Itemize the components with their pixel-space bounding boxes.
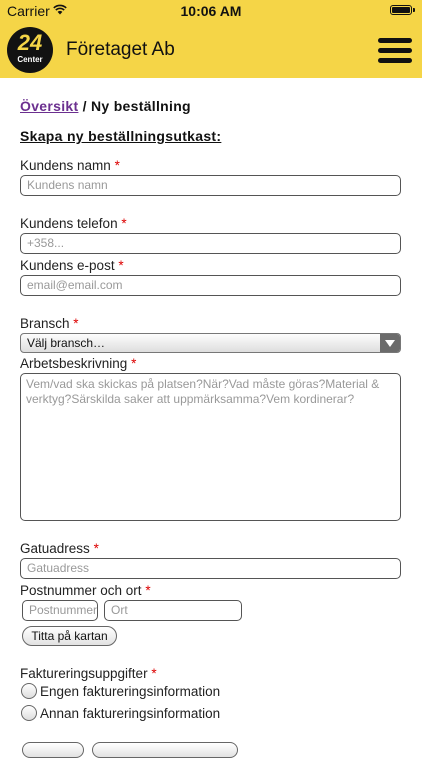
industry-label: Bransch *: [20, 316, 79, 331]
hamburger-menu-icon[interactable]: [378, 36, 412, 64]
clock: 10:06 AM: [180, 3, 242, 19]
back-button[interactable]: [22, 742, 84, 758]
customer-email-input[interactable]: email@email.com: [20, 275, 401, 296]
page-title: Skapa ny beställningsutkast:: [20, 128, 222, 144]
view-map-button[interactable]: Titta på kartan: [22, 626, 117, 646]
breadcrumb: Översikt / Ny beställning: [20, 98, 191, 114]
logo-word: Center: [17, 55, 43, 64]
work-description-label: Arbetsbeskrivning *: [20, 356, 137, 371]
name-label: Kundens namn *: [20, 158, 120, 173]
industry-selected-value: Välj bransch…: [27, 336, 106, 350]
billing-option-none[interactable]: Engen faktureringsinformation: [21, 683, 220, 699]
status-bar: Carrier 10:06 AM: [0, 0, 422, 22]
phone-label: Kundens telefon *: [20, 216, 127, 231]
billing-option-label: Annan faktureringsinformation: [40, 706, 221, 721]
chevron-down-icon: [380, 334, 400, 352]
city-input[interactable]: Ort: [104, 600, 242, 621]
radio-button-icon[interactable]: [21, 705, 37, 721]
breadcrumb-current: / Ny beställning: [82, 98, 191, 114]
radio-button-icon[interactable]: [21, 683, 37, 699]
customer-phone-input[interactable]: +358...: [20, 233, 401, 254]
street-address-input[interactable]: Gatuadress: [20, 558, 401, 579]
save-draft-button[interactable]: [92, 742, 238, 758]
postal-label: Postnummer och ort *: [20, 583, 151, 598]
company-name: Företaget Ab: [66, 39, 175, 60]
industry-select[interactable]: Välj bransch…: [20, 333, 401, 353]
breadcrumb-overview-link[interactable]: Översikt: [20, 98, 78, 114]
app-header: 24 Center Företaget Ab: [0, 22, 422, 78]
billing-option-other[interactable]: Annan faktureringsinformation: [21, 705, 220, 721]
app-logo[interactable]: 24 Center: [7, 27, 53, 73]
logo-number: 24: [17, 30, 43, 55]
postal-code-input[interactable]: Postnummer: [22, 600, 98, 621]
customer-name-input[interactable]: Kundens namn: [20, 175, 401, 196]
street-label: Gatuadress *: [20, 541, 99, 556]
billing-option-label: Engen faktureringsinformation: [40, 684, 221, 699]
work-description-textarea[interactable]: Vem/vad ska skickas på platsen?När?Vad m…: [20, 373, 401, 521]
billing-label: Faktureringsuppgifter *: [20, 666, 157, 681]
battery-icon: [390, 5, 415, 15]
email-label: Kundens e-post *: [20, 258, 124, 273]
